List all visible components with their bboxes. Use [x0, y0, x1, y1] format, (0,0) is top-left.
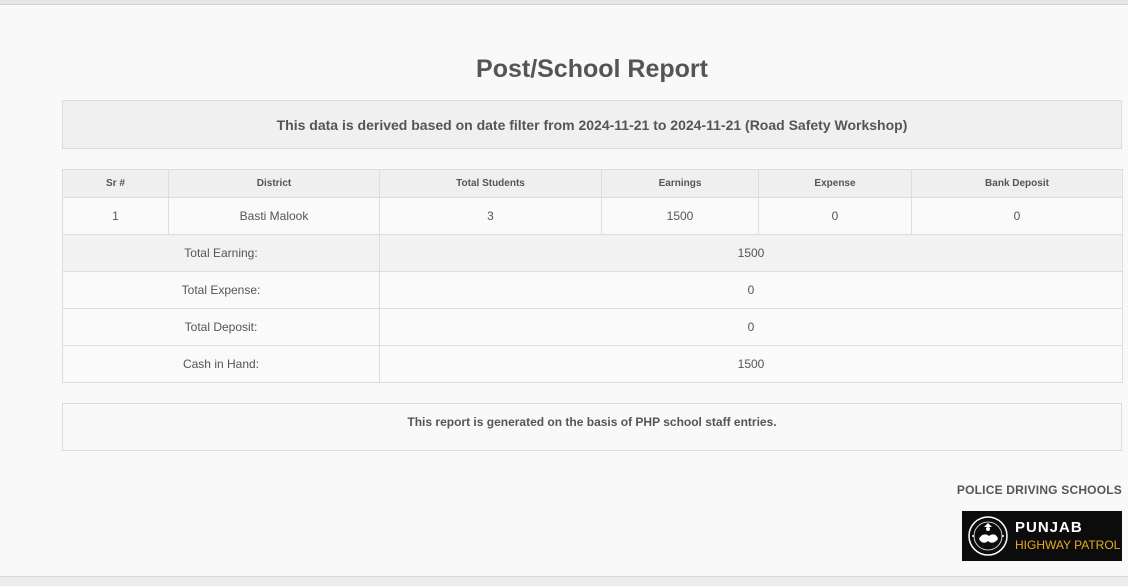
summary-row-total-deposit: Total Deposit: 0	[62, 308, 1123, 346]
date-filter-banner: This data is derived based on date filte…	[62, 100, 1122, 149]
summary-label: Total Expense:	[62, 271, 380, 309]
report-footer-note: This report is generated on the basis of…	[62, 403, 1122, 451]
column-header-expense: Expense	[758, 169, 912, 198]
cell-bank-deposit: 0	[911, 197, 1123, 235]
logo-text-punjab: PUNJAB	[1015, 519, 1083, 536]
summary-value: 1500	[379, 234, 1123, 272]
summary-row-total-earning: Total Earning: 1500	[62, 234, 1123, 272]
column-header-bank-deposit: Bank Deposit	[911, 169, 1123, 198]
org-label: POLICE DRIVING SCHOOLS	[956, 483, 1122, 497]
top-border	[0, 0, 1128, 5]
column-header-sr: Sr #	[62, 169, 169, 198]
punjab-highway-patrol-logo: PUNJAB HIGHWAY PATROL	[962, 511, 1122, 561]
summary-label: Total Deposit:	[62, 308, 380, 346]
table-row: 1 Basti Malook 3 1500 0 0	[62, 197, 1123, 235]
cell-sr: 1	[62, 197, 169, 235]
column-header-district: District	[168, 169, 380, 198]
summary-label: Cash in Hand:	[62, 345, 380, 383]
summary-label: Total Earning:	[62, 234, 380, 272]
logo-text-highway-patrol: HIGHWAY PATROL	[1015, 538, 1121, 552]
summary-row-total-expense: Total Expense: 0	[62, 271, 1123, 309]
cell-earnings: 1500	[601, 197, 759, 235]
summary-row-cash-in-hand: Cash in Hand: 1500	[62, 345, 1123, 383]
column-header-total-students: Total Students	[379, 169, 602, 198]
report-table: Sr # District Total Students Earnings Ex…	[62, 169, 1123, 383]
column-header-earnings: Earnings	[601, 169, 759, 198]
cell-expense: 0	[758, 197, 912, 235]
php-badge-icon	[968, 516, 1008, 556]
summary-value: 0	[379, 271, 1123, 309]
summary-value: 1500	[379, 345, 1123, 383]
cell-district: Basti Malook	[168, 197, 380, 235]
cell-total-students: 3	[379, 197, 602, 235]
page-title: Post/School Report	[476, 55, 708, 83]
table-header-row: Sr # District Total Students Earnings Ex…	[62, 169, 1123, 198]
summary-value: 0	[379, 308, 1123, 346]
